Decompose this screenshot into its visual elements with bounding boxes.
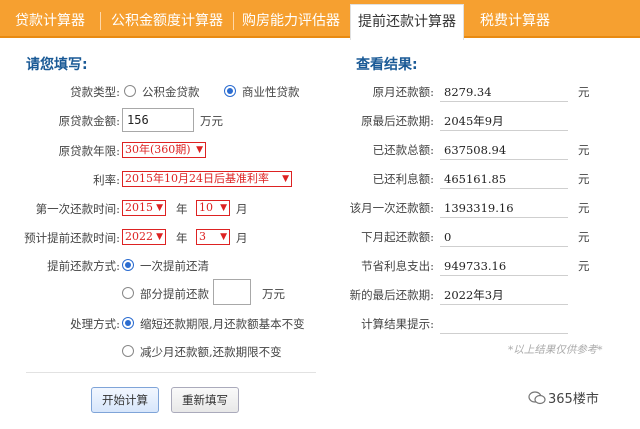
results-title: 查看结果: [356, 57, 418, 73]
prepay-time-label: 预计提前还款时间: [24, 231, 120, 245]
result-label: 新的最后还款期: [349, 288, 434, 302]
partial-amount-input[interactable] [213, 279, 251, 305]
result-value: 2022年3月 [440, 285, 568, 305]
result-value: 465161.85 [440, 169, 568, 189]
watermark-text: 365楼市 [548, 392, 599, 407]
prepay-full-label: 一次提前还清 [140, 259, 209, 273]
rate-label: 利率: [93, 173, 120, 187]
term-select-value: 30年(360期) [125, 143, 191, 156]
amount-unit: 万元 [200, 114, 223, 128]
handling-shorten-radio[interactable] [122, 317, 134, 329]
loan-type-label: 贷款类型: [70, 85, 120, 99]
tab-prepayment-calculator[interactable]: 提前还款计算器 [350, 4, 464, 40]
year-unit: 年 [176, 231, 188, 245]
prepay-partial-label: 部分提前还款 [140, 287, 209, 301]
calculate-button[interactable]: 开始计算 [91, 387, 159, 413]
tab-loan-calculator[interactable]: 贷款计算器 [0, 4, 100, 38]
results-note: *以上结果仅供参考* [508, 344, 603, 356]
result-unit: 元 [578, 172, 590, 186]
loan-type-provident-radio[interactable] [124, 85, 136, 97]
handling-shorten-label: 缩短还款期限,月还款额基本不变 [140, 317, 305, 331]
watermark: 365楼市 [528, 388, 599, 407]
first-payment-year-value: 2015 [125, 201, 153, 214]
first-payment-label: 第一次还款时间: [35, 202, 120, 216]
rate-select[interactable]: 2015年10月24日后基准利率 ▼ [122, 171, 292, 187]
result-value: 8279.34 [440, 82, 568, 102]
tab-provident-fund-calculator[interactable]: 公积金额度计算器 [101, 4, 233, 38]
prepay-month-select[interactable]: 3 ▼ [196, 229, 230, 245]
result-label: 该月一次还款额: [349, 201, 434, 215]
chevron-down-icon: ▼ [196, 145, 203, 155]
chevron-down-icon: ▼ [220, 232, 227, 242]
year-unit: 年 [176, 202, 188, 216]
tab-tax-calculator[interactable]: 税费计算器 [466, 4, 564, 38]
tab-bar: 贷款计算器 公积金额度计算器 购房能力评估器 提前还款计算器 税费计算器 [0, 0, 640, 40]
result-value: 637508.94 [440, 140, 568, 160]
form-divider [26, 372, 316, 373]
prepay-partial-radio[interactable] [122, 287, 134, 299]
wechat-icon [528, 391, 546, 405]
term-label: 原贷款年限: [58, 144, 120, 158]
chevron-down-icon: ▼ [156, 232, 163, 242]
result-value: 0 [440, 227, 568, 247]
result-label: 原月还款额: [372, 85, 434, 99]
month-unit: 月 [236, 202, 248, 216]
handling-reduce-radio[interactable] [122, 345, 134, 357]
result-value: 2045年9月 [440, 111, 568, 131]
result-label: 已还款总额: [372, 143, 434, 157]
rate-select-value: 2015年10月24日后基准利率 [125, 172, 269, 185]
result-value: 1393319.16 [440, 198, 568, 218]
handling-reduce-label: 减少月还款额,还款期限不变 [140, 345, 282, 359]
tab-purchase-capacity[interactable]: 购房能力评估器 [234, 4, 348, 38]
first-payment-year-select[interactable]: 2015 ▼ [122, 200, 166, 216]
term-select[interactable]: 30年(360期) ▼ [122, 142, 206, 158]
reset-button[interactable]: 重新填写 [171, 387, 239, 413]
loan-type-commercial-label: 商业性贷款 [242, 85, 300, 99]
handling-label: 处理方式: [70, 317, 120, 331]
month-unit: 月 [236, 231, 248, 245]
amount-input[interactable]: 156 [122, 108, 194, 132]
result-unit: 元 [578, 201, 590, 215]
prepay-method-label: 提前还款方式: [47, 259, 120, 273]
result-label: 节省利息支出: [361, 259, 434, 273]
first-payment-month-value: 10 [199, 201, 213, 214]
result-unit: 元 [578, 143, 590, 157]
result-value [440, 314, 568, 334]
loan-type-commercial-radio[interactable] [224, 85, 236, 97]
prepay-full-radio[interactable] [122, 259, 134, 271]
chevron-down-icon: ▼ [220, 203, 227, 213]
result-unit: 元 [578, 259, 590, 273]
first-payment-month-select[interactable]: 10 ▼ [196, 200, 230, 216]
amount-label: 原贷款金额: [58, 114, 120, 128]
partial-amount-unit: 万元 [262, 287, 285, 301]
result-unit: 元 [578, 230, 590, 244]
result-label: 原最后还款期: [361, 114, 434, 128]
prepay-month-value: 3 [199, 230, 206, 243]
prepay-year-value: 2022 [125, 230, 153, 243]
result-value: 949733.16 [440, 256, 568, 276]
prepay-year-select[interactable]: 2022 ▼ [122, 229, 166, 245]
chevron-down-icon: ▼ [156, 203, 163, 213]
result-unit: 元 [578, 85, 590, 99]
form-title: 请您填写: [26, 57, 88, 73]
loan-type-provident-label: 公积金贷款 [142, 85, 200, 99]
result-label: 下月起还款额: [361, 230, 434, 244]
result-label: 计算结果提示: [361, 317, 434, 331]
result-label: 已还利息额: [372, 172, 434, 186]
chevron-down-icon: ▼ [282, 174, 289, 184]
